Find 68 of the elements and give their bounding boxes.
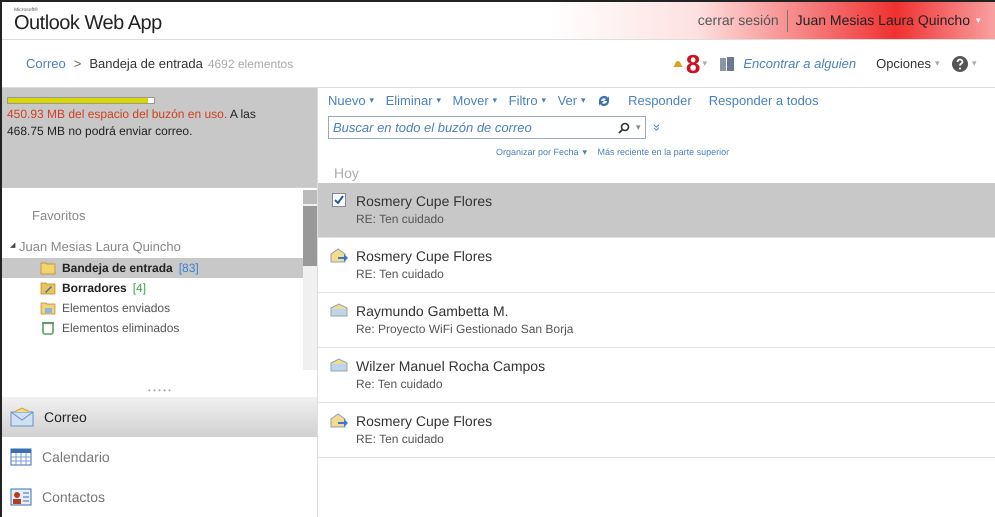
folder-item[interactable]: Elementos enviados xyxy=(2,298,303,318)
message-sender: Rosmery Cupe Flores xyxy=(356,412,492,431)
refresh-icon[interactable] xyxy=(597,94,612,108)
breadcrumb-separator: > xyxy=(74,54,82,73)
replied-envelope-icon xyxy=(330,413,348,429)
search-field[interactable]: Buscar en todo el buzón de correo ▾ xyxy=(328,116,646,139)
toolbar-action[interactable]: Responder xyxy=(628,91,692,111)
search-scope-caret[interactable]: ▾ xyxy=(636,120,641,134)
message-subject: RE: Ten cuidado xyxy=(356,431,445,447)
search-icon[interactable] xyxy=(618,122,630,134)
message-sender: Rosmery Cupe Flores xyxy=(356,192,492,211)
breadcrumb-link[interactable]: Correo xyxy=(26,54,66,74)
contact-card-icon xyxy=(10,488,32,506)
folder-item[interactable]: Bandeja de entrada [83] xyxy=(2,258,303,278)
help-icon xyxy=(952,56,968,72)
nav-item[interactable]: Correo xyxy=(2,397,317,437)
unread-count: [4] xyxy=(132,280,146,296)
message-subject: RE: Ten cuidado xyxy=(356,266,445,282)
folder-item[interactable]: Borradores [4] xyxy=(2,278,303,298)
folder-icon xyxy=(40,300,56,314)
app-logo: Outlook Web App xyxy=(14,13,162,33)
group-heading: Hoy xyxy=(333,164,359,183)
bell-icon xyxy=(672,58,684,68)
message-sender: Wilzer Manuel Rocha Campos xyxy=(356,357,546,376)
open-envelope-icon xyxy=(330,358,348,372)
message-sender: Rosmery Cupe Flores xyxy=(356,247,492,266)
toolbar-menu[interactable]: Ver ▾ xyxy=(558,91,586,111)
toolbar-menu[interactable]: Mover ▾ xyxy=(452,91,498,111)
checkbox-checked-icon[interactable] xyxy=(332,193,346,207)
message-sender: Raymundo Gambetta M. xyxy=(356,302,510,321)
folder-title: Bandeja de entrada xyxy=(89,54,203,73)
folder-icon xyxy=(40,280,56,294)
item-count: 4692 elementos xyxy=(208,56,294,72)
message-subject: Re: Proyecto WiFi Gestionado San Borja xyxy=(356,321,574,337)
toolbar-action[interactable]: Responder a todos xyxy=(708,91,819,111)
find-someone-link[interactable]: Encontrar a alguien xyxy=(743,54,856,74)
toolbar-menu[interactable]: Filtro ▾ xyxy=(508,91,547,111)
toolbar-menu[interactable]: Nuevo ▾ xyxy=(328,91,375,111)
nav-item[interactable]: Calendario xyxy=(2,437,317,477)
open-envelope-icon xyxy=(330,303,348,317)
folder-name: Borradores xyxy=(62,280,127,296)
expand-search-button[interactable]: » xyxy=(651,124,664,132)
favorites-heading: Favoritos xyxy=(31,207,86,225)
splitter-handle[interactable]: • • • • • xyxy=(2,387,317,397)
message-row[interactable]: Rosmery Cupe Flores RE: Ten cuidado xyxy=(318,183,995,238)
help-menu[interactable]: ▾ xyxy=(952,56,977,72)
address-book-icon xyxy=(719,56,736,72)
folder-icon xyxy=(40,260,56,274)
sort-order-link[interactable]: Más reciente en la parte superior xyxy=(598,146,730,160)
message-subject: Re: Ten cuidado xyxy=(356,376,444,392)
sign-out-link[interactable]: cerrar sesión xyxy=(690,10,787,31)
folder-name: Elementos eliminados xyxy=(62,320,180,336)
folder-item[interactable]: Elementos eliminados xyxy=(2,318,303,338)
unread-count: [83] xyxy=(178,260,199,276)
options-menu[interactable]: Opciones ▾ xyxy=(876,54,940,74)
folder-name: Bandeja de entrada xyxy=(62,260,173,276)
message-subject: RE: Ten cuidado xyxy=(356,211,445,227)
user-menu[interactable]: Juan Mesias Laura Quincho ▾ xyxy=(788,10,981,31)
quota-message: 450.93 MB del espacio del buzón en uso. A las 468.75 MB no podrá enviar correo. xyxy=(7,106,257,140)
toolbar-menu[interactable]: Eliminar ▾ xyxy=(386,91,442,111)
folder-name: Elementos enviados xyxy=(62,300,170,316)
reminders-button[interactable]: 8▾ xyxy=(672,50,708,76)
arrange-menu[interactable]: Organizar por Fecha ▾ xyxy=(496,146,588,160)
trash-icon xyxy=(40,320,56,334)
replied-envelope-icon xyxy=(330,248,348,264)
calendar-icon xyxy=(10,448,32,466)
envelope-icon xyxy=(10,407,34,427)
nav-item[interactable]: Contactos xyxy=(2,477,317,517)
